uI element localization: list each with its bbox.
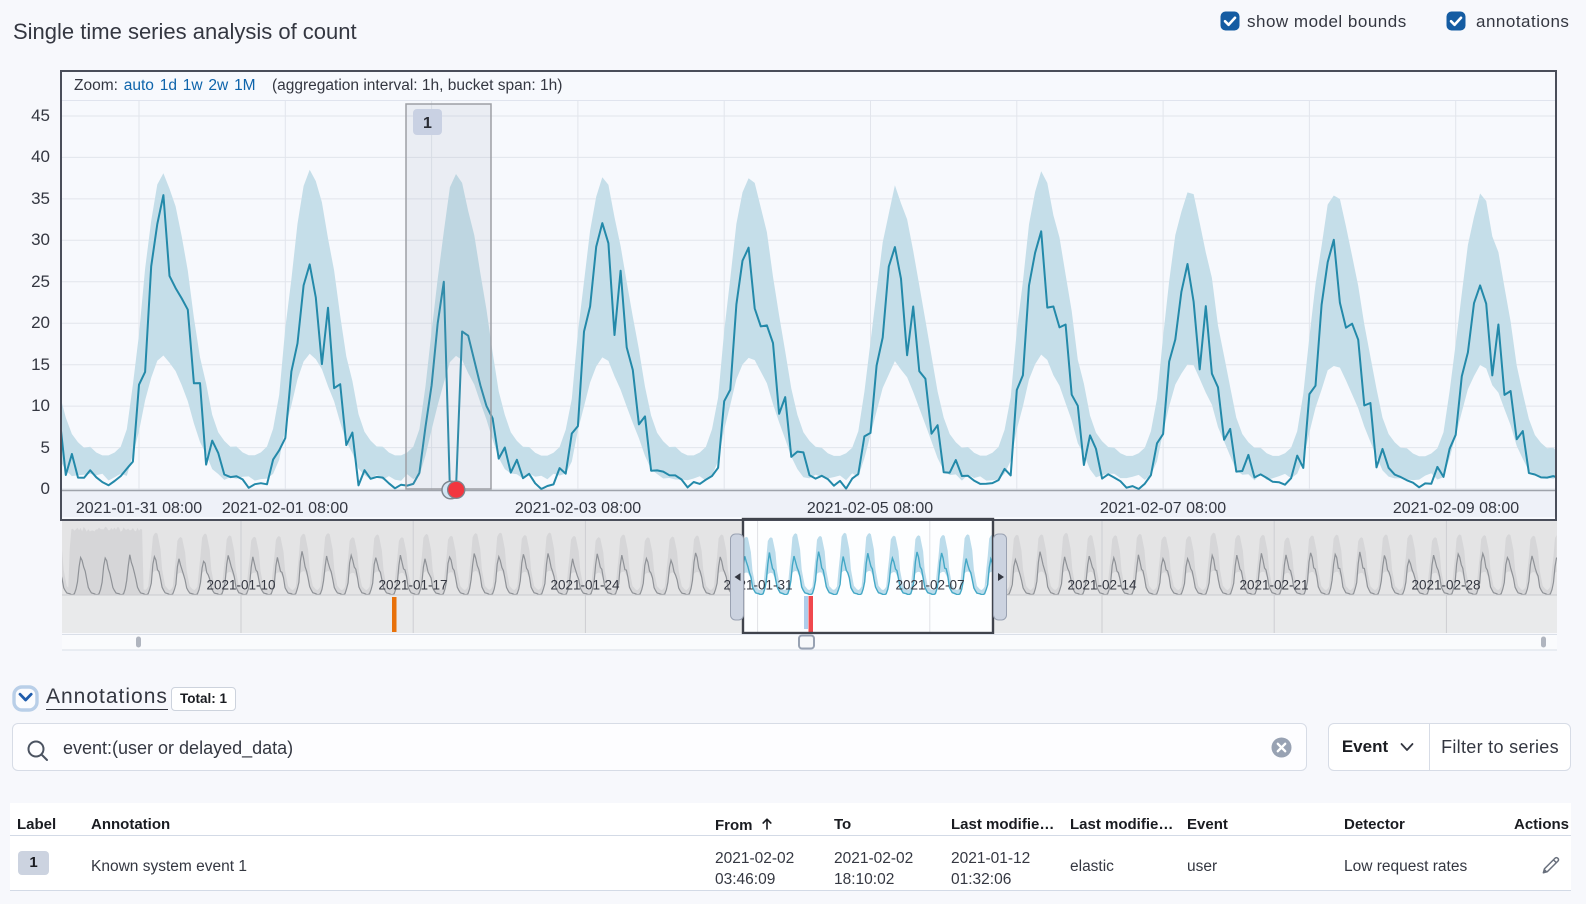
svg-text:2021-02-07: 2021-02-07 <box>895 578 964 593</box>
svg-text:2021-02-09 08:00: 2021-02-09 08:00 <box>1393 500 1519 517</box>
svg-text:2021-02-05 08:00: 2021-02-05 08:00 <box>807 500 933 517</box>
svg-text:2021-01-17: 2021-01-17 <box>378 578 447 593</box>
svg-text:1: 1 <box>423 115 432 132</box>
svg-text:2021-02-21: 2021-02-21 <box>1239 578 1308 593</box>
svg-text:2021-01-24: 2021-01-24 <box>550 578 620 593</box>
svg-text:2021-01-10: 2021-01-10 <box>206 578 275 593</box>
svg-text:2021-02-14: 2021-02-14 <box>1067 578 1137 593</box>
svg-text:2021-02-07 08:00: 2021-02-07 08:00 <box>1100 500 1226 517</box>
svg-text:2021-02-01 08:00: 2021-02-01 08:00 <box>222 500 348 517</box>
svg-text:2021-02-28: 2021-02-28 <box>1411 578 1480 593</box>
svg-text:2021-02-03 08:00: 2021-02-03 08:00 <box>515 500 641 517</box>
svg-text:2021-01-31 08:00: 2021-01-31 08:00 <box>76 500 202 517</box>
